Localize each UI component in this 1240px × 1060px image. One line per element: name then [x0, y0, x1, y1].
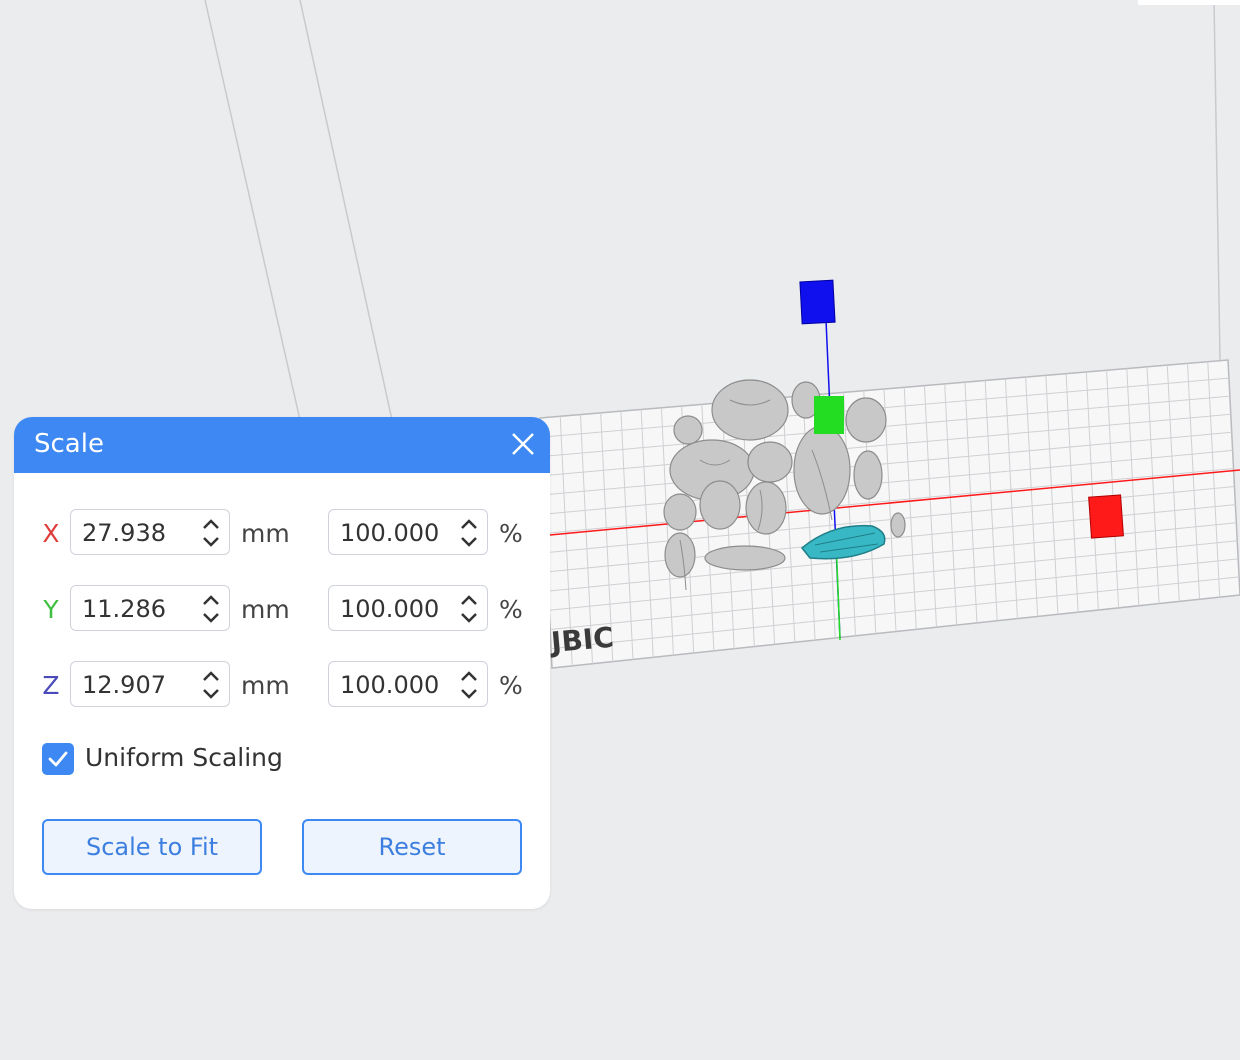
x-mm-input[interactable]: 27.938 [70, 509, 230, 555]
close-icon[interactable] [508, 429, 538, 459]
axis-label-y: Y [43, 595, 59, 624]
decrement-icon [461, 613, 477, 623]
skull-model[interactable] [704, 545, 786, 571]
axis-label-z: Z [42, 671, 60, 700]
increment-icon [461, 595, 477, 605]
z-percent-stepper[interactable] [459, 666, 479, 704]
volume-edge-right [1213, 0, 1221, 361]
axis-label-x: X [42, 519, 60, 548]
checkmark-icon [48, 751, 68, 767]
z-mm-stepper[interactable] [201, 666, 221, 704]
scale-row-z: Z 12.907 mm 100.000 % [14, 661, 550, 711]
y-percent-unit: % [499, 595, 523, 624]
y-percent-input[interactable]: 100.000 [328, 585, 488, 631]
scale-to-fit-button[interactable]: Scale to Fit [42, 819, 262, 875]
skull-model[interactable] [747, 441, 793, 483]
skull-model[interactable] [845, 397, 887, 443]
decrement-icon [203, 689, 219, 699]
x-percent-stepper[interactable] [459, 514, 479, 552]
uniform-scaling-label[interactable]: Uniform Scaling [85, 743, 283, 772]
y-mm-unit: mm [241, 595, 290, 624]
scale-panel: Scale X 27.938 mm 100.000 % Y 11.286 mm … [14, 417, 550, 909]
increment-icon [203, 519, 219, 529]
increment-icon [461, 671, 477, 681]
x-percent-value[interactable]: 100.000 [340, 519, 439, 547]
skull-model[interactable] [664, 532, 696, 578]
skull-model[interactable] [711, 379, 789, 441]
skull-model[interactable] [853, 450, 883, 500]
reset-button[interactable]: Reset [302, 819, 522, 875]
skull-model[interactable] [890, 512, 906, 538]
x-percent-unit: % [499, 519, 523, 548]
y-mm-value[interactable]: 11.286 [82, 595, 166, 623]
decrement-icon [203, 537, 219, 547]
increment-icon [203, 671, 219, 681]
x-percent-input[interactable]: 100.000 [328, 509, 488, 555]
z-percent-value[interactable]: 100.000 [340, 671, 439, 699]
z-percent-input[interactable]: 100.000 [328, 661, 488, 707]
z-percent-unit: % [499, 671, 523, 700]
volume-edge-left [204, 0, 301, 421]
increment-icon [203, 595, 219, 605]
skull-model[interactable] [673, 415, 703, 445]
y-mm-input[interactable]: 11.286 [70, 585, 230, 631]
scale-row-x: X 27.938 mm 100.000 % [14, 509, 550, 559]
x-mm-unit: mm [241, 519, 290, 548]
z-mm-unit: mm [241, 671, 290, 700]
bed-logo: JBIC [548, 621, 615, 660]
y-percent-stepper[interactable] [459, 590, 479, 628]
x-mm-stepper[interactable] [201, 514, 221, 552]
decrement-icon [461, 689, 477, 699]
skull-model[interactable] [793, 425, 851, 515]
x-mm-value[interactable]: 27.938 [82, 519, 166, 547]
y-percent-value[interactable]: 100.000 [340, 595, 439, 623]
z-mm-input[interactable]: 12.907 [70, 661, 230, 707]
scale-row-y: Y 11.286 mm 100.000 % [14, 585, 550, 635]
z-scale-handle[interactable] [799, 279, 836, 325]
y-mm-stepper[interactable] [201, 590, 221, 628]
decrement-icon [461, 537, 477, 547]
skull-model[interactable] [699, 480, 741, 530]
increment-icon [461, 519, 477, 529]
decrement-icon [203, 613, 219, 623]
scale-panel-header: Scale [14, 417, 550, 473]
x-scale-handle[interactable] [1088, 494, 1124, 539]
skull-model[interactable] [663, 493, 697, 531]
toolbar-edge [1138, 0, 1240, 5]
skull-model[interactable] [745, 481, 787, 535]
uniform-scaling-checkbox[interactable] [42, 743, 74, 775]
z-mm-value[interactable]: 12.907 [82, 671, 166, 699]
volume-edge-left-inner [299, 0, 393, 421]
y-scale-handle[interactable] [814, 396, 844, 434]
panel-title: Scale [34, 429, 104, 459]
